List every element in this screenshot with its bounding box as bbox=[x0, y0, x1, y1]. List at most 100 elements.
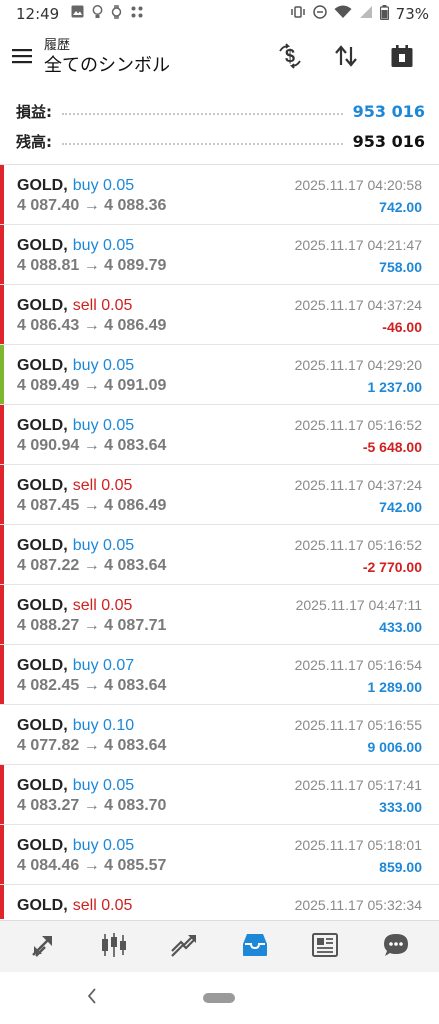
wifi-icon bbox=[334, 5, 352, 23]
trade-symbol: GOLD, bbox=[17, 777, 68, 794]
gamepad-icon bbox=[130, 5, 144, 23]
menu-button[interactable] bbox=[0, 36, 44, 80]
trade-row[interactable]: GOLD, sell 0.05 4 086.43 → 4 086.49 2025.1… bbox=[0, 285, 439, 345]
trade-time: 2025.11.17 05:17:41 bbox=[294, 777, 422, 793]
trade-icon bbox=[170, 932, 198, 962]
notification-icons bbox=[71, 5, 144, 23]
system-home-pill[interactable] bbox=[203, 993, 235, 1003]
trade-direction: buy 0.10 bbox=[72, 717, 135, 734]
trade-time: 2025.11.17 04:37:24 bbox=[294, 297, 422, 313]
trade-prices: 4 083.27 → 4 083.70 bbox=[17, 797, 167, 814]
trade-prices: 4 087.40 → 4 088.36 bbox=[17, 197, 167, 214]
trade-prices: 4 077.82 → 4 083.64 bbox=[17, 737, 167, 754]
history-icon bbox=[241, 932, 269, 962]
trade-profit: -5 648.00 bbox=[362, 439, 422, 455]
trade-symbol: GOLD, bbox=[17, 297, 68, 314]
trade-row[interactable]: GOLD, buy 0.10 4 077.82 → 4 083.64 2025.11… bbox=[0, 705, 439, 765]
trade-prices: 4 090.94 → 4 083.64 bbox=[17, 437, 167, 454]
trade-symbol: GOLD, bbox=[17, 537, 68, 554]
nav-history[interactable] bbox=[233, 925, 277, 969]
currency-exchange-icon: $ bbox=[277, 43, 303, 73]
trade-status-bar bbox=[0, 345, 4, 404]
menu-icon bbox=[12, 48, 32, 68]
sort-icon bbox=[334, 45, 358, 71]
status-time: 12:49 bbox=[16, 5, 60, 23]
system-navigation bbox=[0, 972, 439, 1024]
battery-icon bbox=[379, 4, 389, 24]
trade-direction: buy 0.05 bbox=[72, 837, 135, 854]
trade-prices: 4 088.27 → 4 087.71 bbox=[17, 617, 167, 634]
trade-symbol: GOLD, bbox=[17, 897, 68, 914]
quotes-icon bbox=[30, 932, 56, 962]
trade-direction: sell 0.05 bbox=[72, 477, 133, 494]
calendar-button[interactable] bbox=[375, 36, 429, 80]
trade-symbol-line: GOLD, sell 0.05 bbox=[17, 895, 132, 916]
trade-direction: buy 0.05 bbox=[72, 237, 135, 254]
trade-status-bar bbox=[0, 825, 4, 884]
trade-profit: -2 770.00 bbox=[362, 559, 422, 575]
dotted-leader bbox=[62, 113, 343, 115]
trade-prices: 4 088.81 → 4 089.79 bbox=[17, 257, 167, 274]
title-block[interactable]: 履歴 全てのシンボル bbox=[44, 38, 170, 78]
toolbar-actions: $ bbox=[263, 36, 429, 80]
trade-status-bar bbox=[0, 225, 4, 284]
balance-value: 953 016 bbox=[352, 131, 425, 151]
trade-prices: 4 087.22 → 4 083.64 bbox=[17, 557, 167, 574]
trade-symbol: GOLD, bbox=[17, 657, 68, 674]
trade-direction: buy 0.05 bbox=[72, 777, 135, 794]
trade-status-bar bbox=[0, 285, 4, 344]
trade-profit: 433.00 bbox=[379, 619, 422, 635]
trade-prices: 4 084.46 → 4 085.57 bbox=[17, 857, 167, 874]
trade-time: 2025.11.17 04:47:11 bbox=[295, 597, 422, 613]
trade-row[interactable]: GOLD, buy 0.05 4 083.27 → 4 083.70 2025.11… bbox=[0, 765, 439, 825]
trade-row[interactable]: GOLD, buy 0.05 4 090.94 → 4 083.64 2025.11… bbox=[0, 405, 439, 465]
trade-row[interactable]: GOLD, buy 0.05 4 087.40 → 4 088.36 2025.11… bbox=[0, 165, 439, 225]
trade-status-bar bbox=[0, 525, 4, 584]
trade-row[interactable]: GOLD, sell 0.054 079.67 → 4 079.042025.1… bbox=[0, 885, 439, 919]
trade-profit: 758.00 bbox=[379, 259, 422, 275]
trade-profit: 1 289.00 bbox=[367, 679, 423, 695]
profit-value: 953 016 bbox=[352, 101, 425, 121]
trade-symbol: GOLD, bbox=[17, 237, 68, 254]
trade-symbol: GOLD, bbox=[17, 357, 68, 374]
trade-symbol-line: GOLD, buy 0.05 bbox=[17, 535, 134, 556]
trade-row[interactable]: GOLD, sell 0.05 4 088.27 → 4 087.71 2025.1… bbox=[0, 585, 439, 645]
trade-profit: 1 237.00 bbox=[367, 379, 423, 395]
trade-prices: 4 086.43 → 4 086.49 bbox=[17, 317, 167, 334]
trade-direction: sell 0.05 bbox=[72, 297, 133, 314]
nav-chart[interactable] bbox=[92, 925, 136, 969]
trade-row[interactable]: GOLD, sell 0.05 4 087.45 → 4 086.49 2025.1… bbox=[0, 465, 439, 525]
trade-row[interactable]: GOLD, buy 0.05 4 087.22 → 4 083.64 2025.11… bbox=[0, 525, 439, 585]
trade-time: 2025.11.17 04:37:24 bbox=[294, 477, 422, 493]
trade-row[interactable]: GOLD, buy 0.05 4 089.49 → 4 091.09 2025.11… bbox=[0, 345, 439, 405]
nav-chat[interactable] bbox=[374, 925, 418, 969]
trade-status-bar bbox=[0, 705, 4, 764]
nav-trade[interactable] bbox=[162, 925, 206, 969]
sort-button[interactable] bbox=[319, 36, 373, 80]
trade-time: 2025.11.17 04:21:47 bbox=[294, 237, 422, 253]
vibrate-icon bbox=[290, 6, 306, 22]
trade-time: 2025.11.17 05:16:52 bbox=[294, 417, 422, 433]
trade-time: 2025.11.17 05:16:55 bbox=[294, 717, 422, 733]
trade-symbol: GOLD, bbox=[17, 477, 68, 494]
trade-status-bar bbox=[0, 765, 4, 824]
nav-news[interactable] bbox=[303, 925, 347, 969]
system-back-button[interactable] bbox=[82, 986, 102, 1010]
trade-status-bar bbox=[0, 645, 4, 704]
trade-status-bar bbox=[0, 405, 4, 464]
trade-symbol-line: GOLD, buy 0.05 bbox=[17, 775, 134, 796]
trade-row[interactable]: GOLD, buy 0.05 4 088.81 → 4 089.79 2025.11… bbox=[0, 225, 439, 285]
bottom-navigation bbox=[0, 920, 439, 972]
trade-history-list[interactable]: GOLD, buy 0.05 4 087.40 → 4 088.36 2025.11… bbox=[0, 164, 439, 919]
profit-row: 損益: 953 016 bbox=[0, 96, 439, 126]
trade-row[interactable]: GOLD, buy 0.07 4 082.45 → 4 083.64 2025.11… bbox=[0, 645, 439, 705]
trade-symbol-line: GOLD, buy 0.05 bbox=[17, 835, 134, 856]
trade-row[interactable]: GOLD, buy 0.05 4 084.46 → 4 085.57 2025.11… bbox=[0, 825, 439, 885]
nav-quotes[interactable] bbox=[21, 925, 65, 969]
status-bar: 12:49 73% bbox=[0, 0, 439, 28]
trade-time: 2025.11.17 05:16:52 bbox=[294, 537, 422, 553]
trade-symbol: GOLD, bbox=[17, 417, 68, 434]
currency-exchange-button[interactable]: $ bbox=[263, 36, 317, 80]
trade-status-bar bbox=[0, 585, 4, 644]
trade-direction: sell 0.05 bbox=[72, 597, 133, 614]
